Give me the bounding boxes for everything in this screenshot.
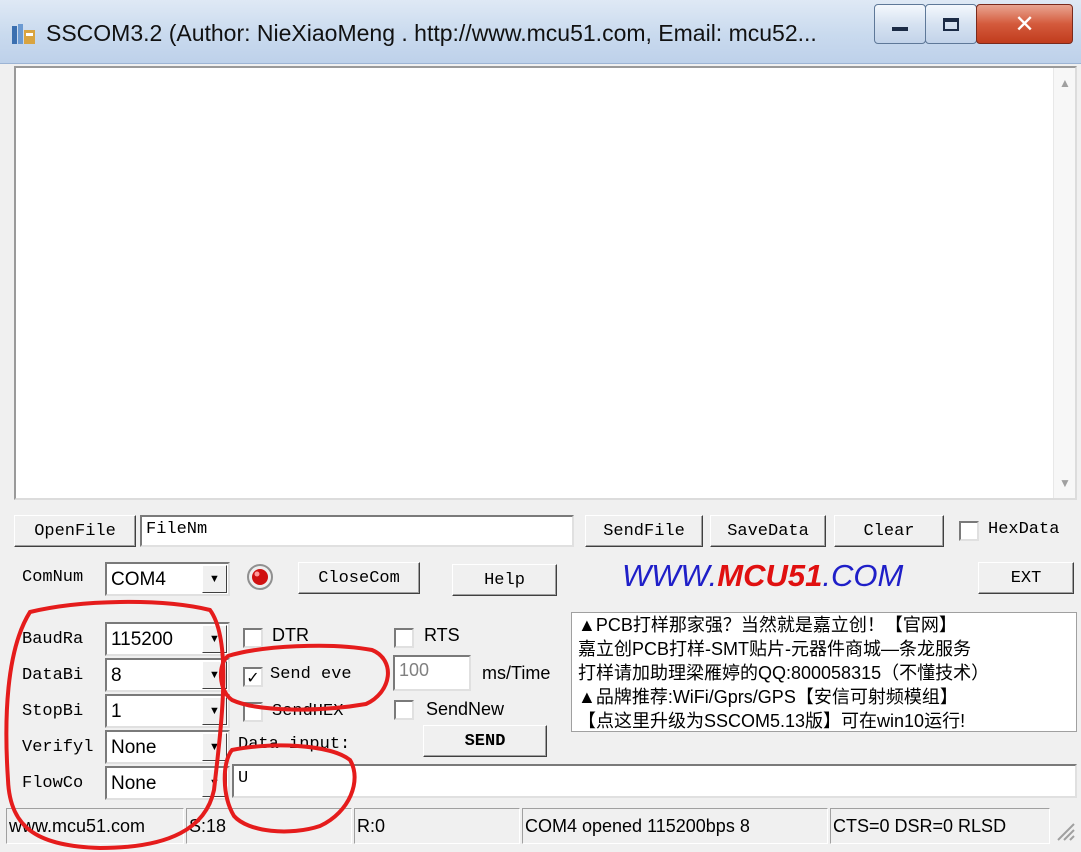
- baud-rate-value: 115200: [111, 629, 173, 650]
- open-file-button[interactable]: OpenFile: [14, 515, 136, 547]
- close-button[interactable]: ✕: [976, 4, 1073, 44]
- data-bits-value: 8: [111, 665, 122, 686]
- flow-control-select[interactable]: None ▼: [105, 766, 230, 800]
- close-icon: ✕: [1014, 10, 1035, 38]
- ad-line[interactable]: ▲品牌推荐:WiFi/Gprs/GPS【安信可射频模组】: [578, 685, 1076, 709]
- scroll-up-arrow-icon[interactable]: ▲: [1059, 76, 1071, 90]
- com-num-value: COM4: [111, 569, 166, 590]
- data-input-field[interactable]: U: [232, 764, 1077, 798]
- ad-line[interactable]: 【点这里升级为SSCOM5.13版】可在win10运行!: [578, 709, 1076, 731]
- stop-bits-label: StopBi: [22, 702, 84, 721]
- send-every-checkbox[interactable]: ✓: [243, 667, 263, 687]
- send-every-label: Send eve: [270, 665, 352, 684]
- logo-suffix: .COM: [822, 558, 904, 593]
- status-line-signals: CTS=0 DSR=0 RLSD: [830, 808, 1050, 844]
- checkmark-icon: ✓: [246, 667, 260, 687]
- save-data-button[interactable]: SaveData: [710, 515, 826, 547]
- verify-value: None: [111, 737, 157, 758]
- ad-line[interactable]: 嘉立创PCB打样-SMT贴片-元器件商城—条龙服务: [578, 637, 1076, 661]
- minimize-icon: [892, 27, 908, 31]
- scroll-down-arrow-icon[interactable]: ▼: [1059, 476, 1071, 490]
- status-led-icon: [247, 564, 273, 590]
- stop-bits-select[interactable]: 1 ▼: [105, 694, 230, 728]
- status-sent-count: S:18: [186, 808, 352, 844]
- rts-checkbox[interactable]: [394, 628, 414, 648]
- stop-bits-value: 1: [111, 701, 122, 722]
- status-port: COM4 opened 115200bps 8: [522, 808, 828, 844]
- hex-data-label: HexData: [988, 520, 1060, 539]
- maximize-button[interactable]: [925, 4, 977, 44]
- send-new-checkbox[interactable]: [394, 700, 414, 720]
- data-input-label: Data input:: [238, 735, 351, 754]
- rts-label: RTS: [424, 625, 460, 645]
- chevron-down-icon[interactable]: ▼: [202, 661, 227, 689]
- file-name-field[interactable]: FileNm: [140, 515, 574, 547]
- interval-unit-label: ms/Time: [482, 663, 551, 683]
- flow-control-value: None: [111, 773, 157, 794]
- dtr-label: DTR: [272, 625, 309, 645]
- ad-line[interactable]: 打样请加助理梁雁婷的QQ:800058315（不懂技术）: [578, 661, 1076, 685]
- help-button[interactable]: Help: [452, 564, 557, 596]
- logo-brand: MCU51: [717, 558, 823, 593]
- maximize-icon: [943, 17, 959, 31]
- minimize-button[interactable]: [874, 4, 926, 44]
- logo-prefix: WWW.: [622, 558, 718, 593]
- verify-select[interactable]: None ▼: [105, 730, 230, 764]
- chevron-down-icon[interactable]: ▼: [202, 625, 227, 653]
- chevron-down-icon[interactable]: ▼: [202, 733, 227, 761]
- data-bits-select[interactable]: 8 ▼: [105, 658, 230, 692]
- ad-line[interactable]: ▲PCB打样那家强？当然就是嘉立创！【官网】: [578, 613, 1076, 637]
- status-received-count: R:0: [354, 808, 520, 844]
- window-title: SSCOM3.2 (Author: NieXiaoMeng . http://w…: [46, 20, 817, 46]
- send-hex-label: SendHEX: [272, 702, 344, 721]
- com-num-select[interactable]: COM4 ▼: [105, 562, 230, 596]
- interval-input[interactable]: 100: [393, 655, 471, 691]
- flow-control-label: FlowCo: [22, 774, 84, 793]
- com-num-label: ComNum: [22, 568, 84, 587]
- clear-button[interactable]: Clear: [834, 515, 944, 547]
- status-site[interactable]: www.mcu51.com: [6, 808, 184, 844]
- title-bar[interactable]: SSCOM3.2 (Author: NieXiaoMeng . http://w…: [0, 0, 1081, 64]
- send-hex-checkbox[interactable]: [243, 702, 263, 722]
- send-file-button[interactable]: SendFile: [585, 515, 703, 547]
- hex-data-checkbox[interactable]: [959, 521, 979, 541]
- vertical-scrollbar[interactable]: ▲ ▼: [1053, 68, 1075, 498]
- chevron-down-icon[interactable]: ▼: [202, 565, 227, 593]
- ext-button[interactable]: EXT: [978, 562, 1074, 594]
- receive-text-area[interactable]: ▲ ▼: [14, 66, 1077, 500]
- chevron-down-icon[interactable]: ▼: [202, 769, 227, 797]
- baud-rate-select[interactable]: 115200 ▼: [105, 622, 230, 656]
- data-bits-label: DataBi: [22, 666, 84, 685]
- close-com-button[interactable]: CloseCom: [298, 562, 420, 594]
- send-button[interactable]: SEND: [423, 725, 547, 757]
- verify-label: Verifyl: [22, 738, 94, 757]
- resize-grip-icon[interactable]: [1052, 818, 1076, 842]
- chevron-down-icon[interactable]: ▼: [202, 697, 227, 725]
- advertisement-panel[interactable]: ▲PCB打样那家强？当然就是嘉立创！【官网】 嘉立创PCB打样-SMT贴片-元器…: [571, 612, 1077, 732]
- baud-rate-label: BaudRa: [22, 630, 84, 649]
- send-new-label: SendNew: [426, 699, 505, 719]
- app-icon: [12, 24, 35, 44]
- dtr-checkbox[interactable]: [243, 628, 263, 648]
- mcu51-logo[interactable]: WWW.MCU51.COM: [622, 558, 903, 594]
